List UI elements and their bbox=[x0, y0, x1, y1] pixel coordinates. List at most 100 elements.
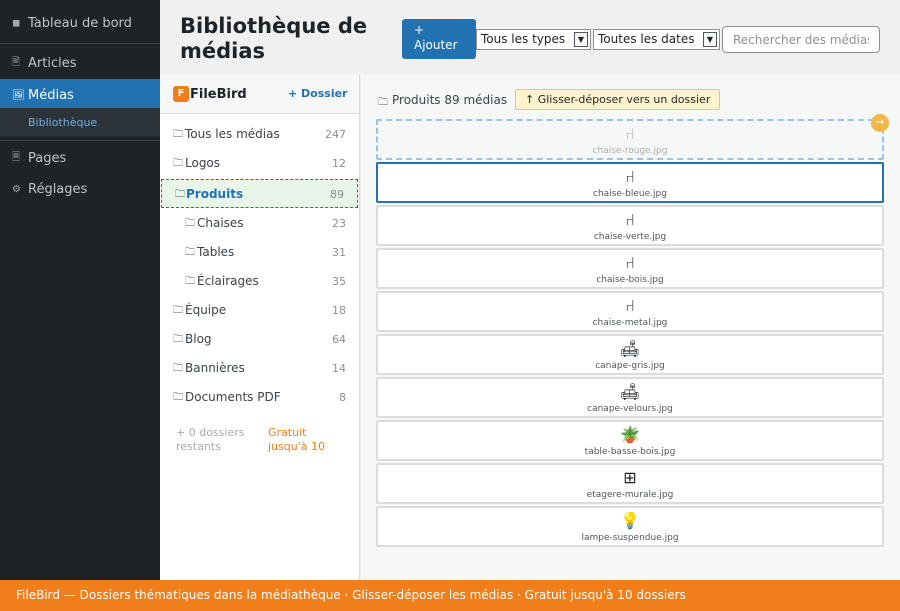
folder-item-tables[interactable]: 🗀 Tables 31 bbox=[160, 238, 359, 267]
media-item[interactable]: ⑁ chaise-verte.jpg bbox=[376, 205, 884, 246]
posts-icon: 🖹 bbox=[12, 56, 21, 68]
media-list-area: 🗀 Produits 89 médias ↑ Glisser-déposer v… bbox=[361, 74, 900, 580]
sofa-icon: 🛋 bbox=[619, 339, 641, 358]
media-filename: chaise-verte.jpg bbox=[593, 232, 667, 242]
media-item[interactable]: ⑁ chaise-bois.jpg bbox=[376, 248, 884, 289]
chair-icon: ⑁ bbox=[625, 124, 635, 143]
chevron-down-icon: ▼ bbox=[703, 32, 717, 47]
media-item[interactable]: ⑁ chaise-metal.jpg bbox=[376, 291, 884, 332]
chair-icon: ⑁ bbox=[625, 210, 635, 229]
filebird-header: F FileBird + Dossier bbox=[160, 74, 359, 114]
menu-item-dashboard[interactable]: ◼ Tableau de bord bbox=[0, 7, 160, 39]
menu-item-articles[interactable]: 🖹 Articles bbox=[0, 47, 160, 79]
folder-icon: 🗀 bbox=[173, 129, 183, 140]
folder-icon: 🗀 bbox=[173, 392, 183, 403]
folder-icon: 🗀 bbox=[185, 276, 195, 287]
folder-icon: 🗀 bbox=[378, 97, 388, 108]
media-filename: chaise-rouge.jpg bbox=[592, 146, 668, 156]
current-folder-breadcrumb: Produits 89 médias bbox=[392, 93, 508, 107]
chevron-down-icon: ▼ bbox=[574, 32, 588, 47]
filebird-folder-panel: F FileBird + Dossier 🗀 Tous les médias 2… bbox=[160, 74, 360, 580]
folder-label: Logos bbox=[185, 156, 221, 170]
filebird-title: FileBird bbox=[190, 87, 247, 102]
folder-count: 8 bbox=[339, 391, 346, 404]
folder-count: 14 bbox=[332, 362, 346, 375]
folder-count: 18 bbox=[332, 304, 346, 317]
folder-count: 12 bbox=[332, 157, 346, 170]
folder-icon: 🗀 bbox=[173, 158, 183, 169]
folder-item-documents-pdf[interactable]: 🗀 Documents PDF 8 bbox=[160, 383, 359, 412]
menu-label-pages: Pages bbox=[28, 150, 67, 166]
folder-item-blog[interactable]: 🗀 Blog 64 bbox=[160, 325, 359, 354]
menu-item-media[interactable]: 🖼 Médias bbox=[0, 79, 160, 111]
media-filename: etagere-murale.jpg bbox=[586, 490, 674, 500]
admin-sidebar: ◼ Tableau de bord 🖹 Articles 🖼 Médias Bi… bbox=[0, 0, 160, 580]
menu-label-settings: Réglages bbox=[28, 181, 88, 197]
pages-icon: 🗏 bbox=[12, 151, 21, 163]
menu-item-pages[interactable]: 🗏 Pages bbox=[0, 142, 160, 174]
submenu-label-library: Bibliothèque bbox=[28, 115, 98, 129]
folder-count: 23 bbox=[332, 217, 346, 230]
plant-table-icon: 🪴 bbox=[620, 425, 640, 444]
folder-icon: 🗀 bbox=[173, 334, 183, 345]
media-item[interactable]: 💡 lampe-suspendue.jpg bbox=[376, 506, 884, 547]
folder-icon: 🗀 bbox=[173, 363, 183, 374]
media-filename: table-basse-bois.jpg bbox=[584, 447, 676, 457]
folder-icon: 🗀 bbox=[175, 189, 185, 200]
media-item[interactable]: 🛋 canape-gris.jpg bbox=[376, 334, 884, 375]
media-filename: canape-gris.jpg bbox=[595, 361, 665, 371]
media-item[interactable]: 🛋 canape-velours.jpg bbox=[376, 377, 884, 418]
media-item[interactable]: 🪴 table-basse-bois.jpg bbox=[376, 420, 884, 461]
chair-icon: ⑁ bbox=[625, 296, 635, 315]
type-filter-select[interactable]: Tous les types ▼ bbox=[476, 29, 591, 50]
media-filename: canape-velours.jpg bbox=[587, 404, 673, 414]
media-icon: 🖼 bbox=[12, 89, 25, 101]
folder-label: Tous les médias bbox=[185, 127, 280, 141]
drag-drop-hint: ↑ Glisser-déposer vers un dossier bbox=[515, 89, 721, 110]
folder-item-bannieres[interactable]: 🗀 Bannières 14 bbox=[160, 354, 359, 383]
folder-label: Chaises bbox=[197, 216, 244, 230]
media-filename: lampe-suspendue.jpg bbox=[581, 533, 679, 543]
arrow-right-icon[interactable]: → bbox=[871, 114, 889, 132]
type-filter-value: Tous les types bbox=[481, 32, 566, 46]
folder-label: Équipe bbox=[185, 303, 227, 317]
folder-count: 247 bbox=[325, 128, 346, 141]
folder-item-logos[interactable]: 🗀 Logos 12 bbox=[160, 149, 359, 178]
folder-count: 31 bbox=[332, 246, 346, 259]
media-item-dragging[interactable]: ⑁ chaise-rouge.jpg bbox=[376, 119, 884, 160]
folder-label: Blog bbox=[185, 332, 212, 346]
folder-item-chaises[interactable]: 🗀 Chaises 23 bbox=[160, 209, 359, 238]
menu-label-media: Médias bbox=[28, 87, 74, 103]
folder-label: Documents PDF bbox=[185, 390, 281, 404]
folder-item-eclairages[interactable]: 🗀 Éclairages 35 bbox=[160, 267, 359, 296]
menu-separator bbox=[0, 43, 160, 44]
search-input[interactable] bbox=[722, 26, 880, 53]
folder-item-equipe[interactable]: 🗀 Équipe 18 bbox=[160, 296, 359, 325]
media-item[interactable]: ⊞ etagere-murale.jpg bbox=[376, 463, 884, 504]
folder-item-produits[interactable]: 🗀 Produits 89 bbox=[161, 179, 358, 208]
folder-icon: 🗀 bbox=[173, 305, 183, 316]
folder-label: Produits bbox=[186, 187, 244, 201]
free-plan-link[interactable]: Gratuit jusqu'à 10 bbox=[268, 426, 348, 454]
folder-label: Tables bbox=[197, 245, 235, 259]
menu-item-settings[interactable]: ⚙ Réglages bbox=[0, 173, 160, 205]
remaining-folders-text: + 0 dossiers restants bbox=[176, 426, 245, 453]
new-folder-button[interactable]: + Dossier bbox=[288, 87, 348, 100]
folder-count: 35 bbox=[332, 275, 346, 288]
shelf-icon: ⊞ bbox=[623, 468, 637, 487]
chair-icon: ⑁ bbox=[625, 253, 635, 272]
folder-label: Bannières bbox=[185, 361, 245, 375]
date-filter-select[interactable]: Toutes les dates ▼ bbox=[593, 29, 720, 50]
submenu-item-library[interactable]: Bibliothèque bbox=[0, 108, 160, 136]
folder-count: 89 bbox=[330, 188, 344, 201]
folder-count: 64 bbox=[332, 333, 346, 346]
lamp-icon: 💡 bbox=[620, 511, 640, 530]
page-title: Bibliothèque de médias bbox=[180, 14, 368, 63]
filebird-promo-bar: FileBird — Dossiers thématiques dans la … bbox=[0, 580, 900, 611]
add-new-media-button[interactable]: + Ajouter bbox=[402, 19, 476, 59]
media-item-selected[interactable]: ⑁ chaise-bleue.jpg bbox=[376, 162, 884, 203]
folder-item-all-media[interactable]: 🗀 Tous les médias 247 bbox=[160, 120, 359, 149]
media-filename: chaise-bleue.jpg bbox=[593, 189, 667, 199]
menu-label-articles: Articles bbox=[28, 55, 77, 71]
folder-icon: 🗀 bbox=[185, 218, 195, 229]
